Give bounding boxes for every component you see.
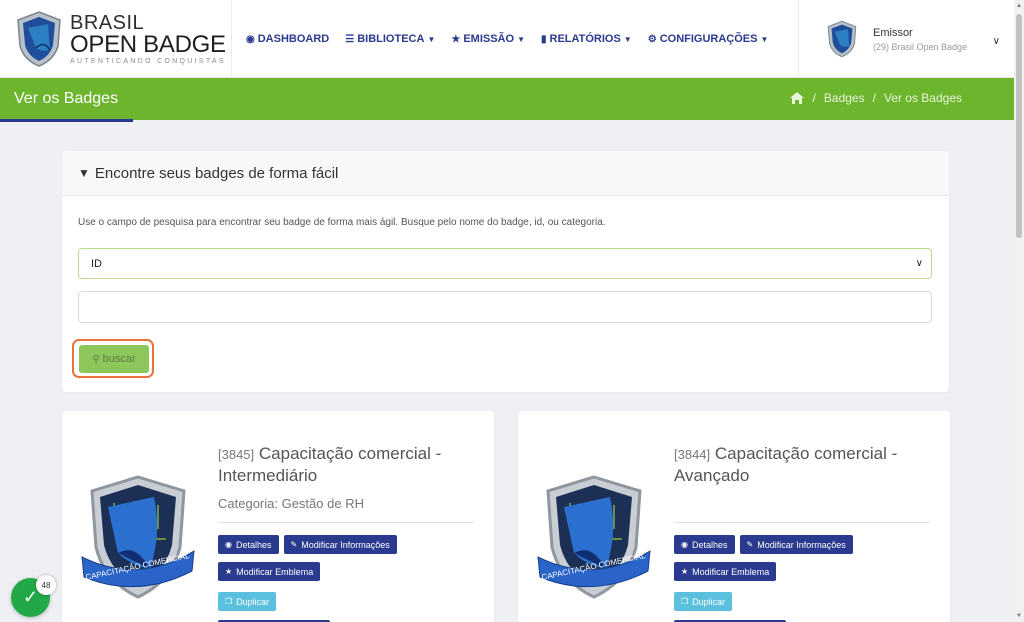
user-org: (29) Brasil Open Badge xyxy=(873,41,968,52)
duplicate-button[interactable]: ❐ Duplicar xyxy=(218,592,277,611)
search-button[interactable]: ⚲ buscar xyxy=(79,345,149,373)
divider xyxy=(218,522,474,523)
nav-configuracoes-label: CONFIGURAÇÕES xyxy=(659,33,758,45)
user-role: Emissor xyxy=(873,26,913,39)
breadcrumb-separator: / xyxy=(812,91,816,105)
copy-icon: ❐ xyxy=(681,597,689,606)
database-icon: ☰ xyxy=(345,33,355,45)
search-panel: ▼ Encontre seus badges de forma fácil Us… xyxy=(62,151,949,392)
page-title: Ver os Badges xyxy=(14,90,119,107)
nav-emissao[interactable]: ★ EMISSÃO ▼ xyxy=(451,33,525,45)
badge-emblem-image: CAPACITAÇÃO COMERCIAL xyxy=(537,475,651,599)
eye-icon: ◉ xyxy=(681,540,688,549)
duplicate-button-label: Duplicar xyxy=(692,596,726,607)
badge-card: CAPACITAÇÃO COMERCIAL [3845] Capacitação… xyxy=(62,411,494,622)
duplicate-button[interactable]: ❐ Duplicar xyxy=(674,592,733,611)
user-menu[interactable]: Emissor (29) Brasil Open Badge ∨ xyxy=(798,0,1014,78)
book-icon: ▮ xyxy=(540,33,547,45)
shield-logo-icon xyxy=(17,11,61,67)
badge-category: Categoria: Gestão de RH xyxy=(218,496,364,511)
copy-icon: ❐ xyxy=(225,597,233,606)
nav-configuracoes[interactable]: ⚙ CONFIGURAÇÕES ▼ xyxy=(648,33,769,45)
edit-icon: ✎ xyxy=(290,540,298,549)
scrollbar-thumb[interactable] xyxy=(1016,14,1022,238)
search-icon: ⚲ xyxy=(92,353,100,365)
badge-id: [3844] xyxy=(674,447,711,462)
badge-title-line1: Capacitação comercial - xyxy=(714,444,898,463)
modify-info-button[interactable]: ✎ Modificar Informações xyxy=(739,535,853,554)
modify-emblem-button[interactable]: ★ Modificar Emblema xyxy=(218,562,321,581)
title-underline xyxy=(0,119,133,122)
page-scrollbar[interactable]: ▲ ▼ xyxy=(1014,0,1024,622)
trophy-icon: ★ xyxy=(225,567,233,576)
badge-title-line2: Avançado xyxy=(674,466,750,485)
modify-emblem-button[interactable]: ★ Modificar Emblema xyxy=(674,562,777,581)
trophy-icon: ★ xyxy=(451,33,461,45)
filter-icon: ▼ xyxy=(78,166,90,180)
details-button[interactable]: ◉ Detalhes xyxy=(218,535,279,554)
nav-relatorios-label: RELATÓRIOS xyxy=(549,33,621,45)
nav-relatorios[interactable]: ▮ RELATÓRIOS ▼ xyxy=(541,33,632,45)
search-input[interactable] xyxy=(78,291,932,323)
brand-logo[interactable]: BRASIL OPEN BADGE AUTENTICANDO CONQUISTA… xyxy=(0,0,232,78)
notification-count-badge: 48 xyxy=(36,575,56,595)
search-help-text: Use o campo de pesquisa para encontrar s… xyxy=(78,217,606,228)
trophy-icon: ★ xyxy=(681,567,689,576)
caret-down-icon: ▼ xyxy=(623,34,632,44)
brand-tagline: AUTENTICANDO CONQUISTAS xyxy=(70,58,226,65)
edit-icon: ✎ xyxy=(746,540,754,549)
caret-down-icon: ▼ xyxy=(517,34,525,44)
badge-title-line1: Capacitação comercial - xyxy=(258,444,442,463)
nav-emissao-label: EMISSÃO xyxy=(463,33,515,45)
divider xyxy=(674,522,930,523)
search-button-label: buscar xyxy=(102,353,136,365)
nav-dashboard[interactable]: ◉ DASHBOARD xyxy=(246,33,329,45)
search-panel-header: ▼ Encontre seus badges de forma fácil xyxy=(62,151,949,196)
details-button-label: Detalhes xyxy=(691,539,728,550)
eye-icon: ◉ xyxy=(225,540,232,549)
modify-emblem-button-label: Modificar Emblema xyxy=(236,566,314,577)
chevron-down-icon: ∨ xyxy=(915,258,923,269)
check-icon: ✓ xyxy=(22,587,39,607)
caret-down-icon: ▼ xyxy=(760,34,769,44)
badge-title[interactable]: [3845] Capacitação comercial - Intermedi… xyxy=(218,443,474,486)
breadcrumb: / Badges / Ver os Badges xyxy=(789,91,962,105)
scroll-up-icon[interactable]: ▲ xyxy=(1016,3,1022,9)
tachometer-icon: ◉ xyxy=(246,33,255,45)
badge-card: CAPACITAÇÃO COMERCIAL [3844] Capacitação… xyxy=(518,411,950,622)
modify-emblem-button-label: Modificar Emblema xyxy=(692,566,770,577)
breadcrumb-separator: / xyxy=(872,91,876,105)
nav-biblioteca[interactable]: ☰ BIBLIOTECA ▼ xyxy=(345,33,435,45)
chevron-down-icon[interactable]: ∨ xyxy=(993,36,1000,47)
cogs-icon: ⚙ xyxy=(647,33,657,45)
badge-title-line2: Intermediário xyxy=(218,466,318,485)
brand-name-top: BRASIL xyxy=(70,12,145,34)
search-type-value: ID xyxy=(91,257,102,270)
search-heading: Encontre seus badges de forma fácil xyxy=(94,164,339,182)
modify-info-button[interactable]: ✎ Modificar Informações xyxy=(283,535,397,554)
details-button[interactable]: ◉ Detalhes xyxy=(674,535,735,554)
page-header: Ver os Badges / Badges / Ver os Badges xyxy=(0,78,1014,122)
main-menu: ◉ DASHBOARD ☰ BIBLIOTECA ▼ ★ EMISSÃO ▼ ▮… xyxy=(232,0,784,78)
badge-id: [3845] xyxy=(218,447,255,462)
nav-dashboard-label: DASHBOARD xyxy=(257,33,330,45)
modify-info-button-label: Modificar Informações xyxy=(757,539,846,550)
home-icon[interactable] xyxy=(789,91,805,105)
brand-name-main: OPEN BADGE xyxy=(70,31,226,58)
caret-down-icon: ▼ xyxy=(427,34,436,44)
breadcrumb-current: Ver os Badges xyxy=(883,91,962,105)
nav-biblioteca-label: BIBLIOTECA xyxy=(357,33,425,45)
duplicate-button-label: Duplicar xyxy=(236,596,270,607)
scroll-down-icon[interactable]: ▼ xyxy=(1016,613,1022,619)
search-type-select[interactable]: ID ∨ xyxy=(78,248,932,279)
user-avatar xyxy=(827,20,857,58)
breadcrumb-badges[interactable]: Badges xyxy=(824,91,865,105)
modify-info-button-label: Modificar Informações xyxy=(301,539,390,550)
details-button-label: Detalhes xyxy=(235,539,272,550)
badge-title[interactable]: [3844] Capacitação comercial - Avançado xyxy=(674,443,930,486)
top-navbar: BRASIL OPEN BADGE AUTENTICANDO CONQUISTA… xyxy=(0,0,1014,78)
badge-emblem-image: CAPACITAÇÃO COMERCIAL xyxy=(81,475,195,599)
